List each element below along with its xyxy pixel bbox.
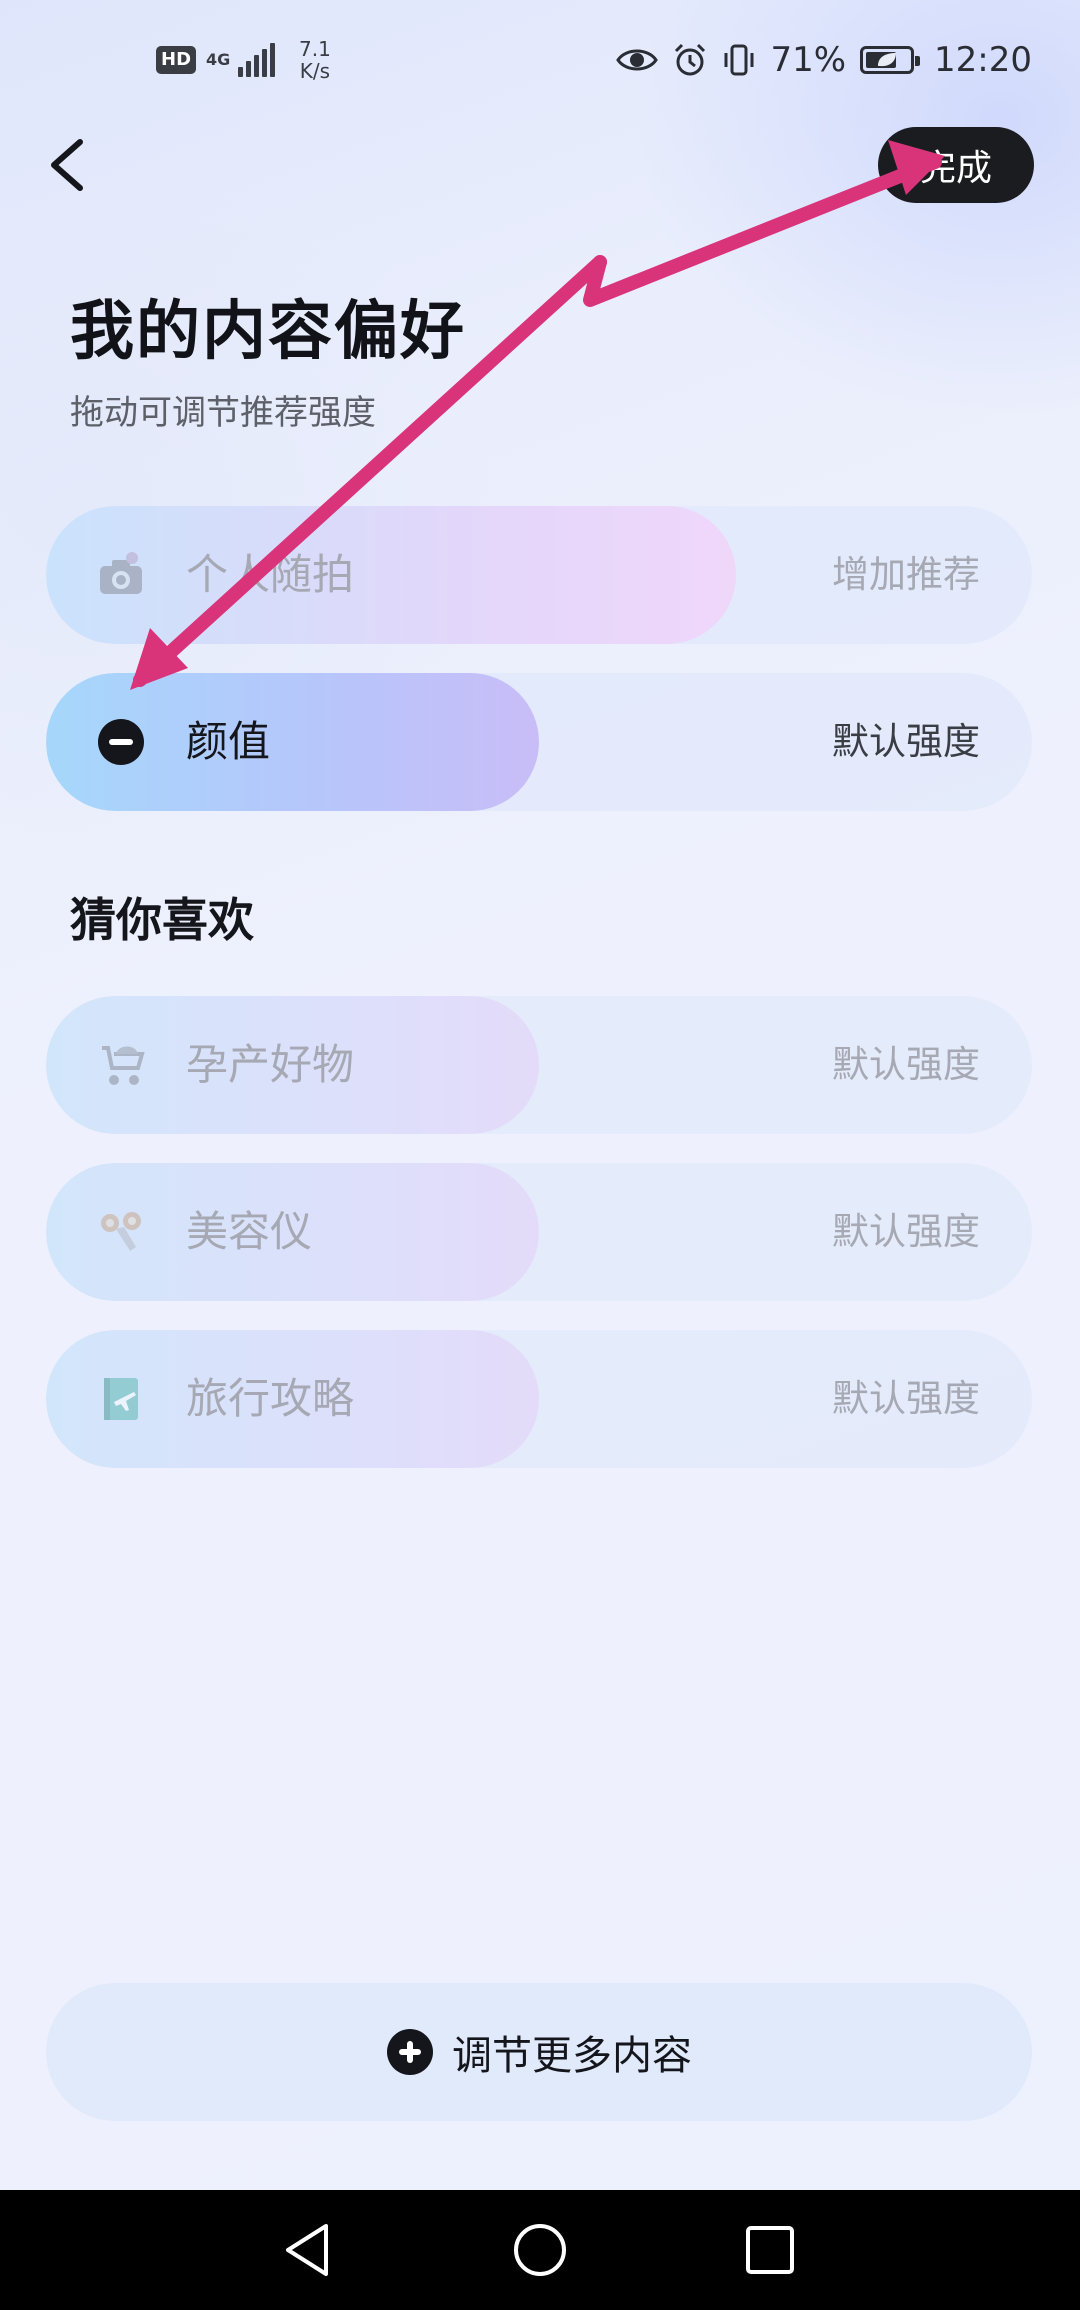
minus-circle-icon[interactable] — [96, 717, 146, 767]
battery-icon — [860, 46, 921, 74]
status-left: HD 4G 7.1 K/s — [156, 38, 331, 82]
guess-label: 孕产好物 — [186, 1040, 355, 1089]
guess-strength: 默认强度 — [832, 1210, 980, 1253]
travel-guide-icon — [104, 1378, 138, 1420]
nav-home-icon[interactable] — [508, 2218, 572, 2282]
preference-label: 颜值 — [186, 717, 271, 766]
alarm-icon — [675, 43, 706, 76]
adjust-more-label: 调节更多内容 — [452, 2033, 692, 2079]
nav-recents-icon[interactable] — [738, 2218, 802, 2282]
hd-badge: HD — [156, 46, 197, 74]
slider-fill[interactable] — [46, 506, 737, 644]
preference-row-selfie[interactable]: 个人随拍 增加推荐 — [46, 506, 1032, 644]
guess-strength: 默认强度 — [832, 1043, 980, 1086]
done-button[interactable]: 完成 — [878, 127, 1034, 203]
adjust-more-button[interactable]: 调节更多内容 — [46, 1983, 1032, 2121]
page-subtitle: 拖动可调节推荐强度 — [70, 393, 376, 433]
guess-label: 旅行攻略 — [186, 1374, 355, 1423]
signal-icon — [238, 43, 276, 77]
speed-unit: K/s — [299, 59, 331, 83]
guess-row-maternity[interactable]: 孕产好物 默认强度 — [46, 996, 1032, 1134]
beauty-device-icon — [101, 1212, 141, 1251]
leaf-icon — [878, 53, 897, 67]
chevron-left-icon — [51, 139, 83, 191]
back-button[interactable] — [40, 130, 100, 200]
system-nav-bar — [0, 2190, 1080, 2310]
preference-strength: 增加推荐 — [832, 553, 980, 596]
speed-value: 7.1 — [299, 37, 331, 61]
preference-strength: 默认强度 — [832, 720, 980, 763]
section-title-guess: 猜你喜欢 — [70, 893, 254, 947]
vibrate-icon — [724, 44, 754, 76]
clock: 12:20 — [934, 40, 1032, 80]
nav-back-icon[interactable] — [276, 2218, 340, 2282]
status-right: 71% 12:20 — [616, 40, 1032, 80]
preference-label: 个人随拍 — [186, 550, 355, 599]
battery-percent: 71% — [770, 40, 847, 80]
camera-icon — [100, 552, 142, 594]
guess-row-travel[interactable]: 旅行攻略 默认强度 — [46, 1330, 1032, 1468]
eye-icon — [616, 49, 659, 71]
guess-row-beauty-device[interactable]: 美容仪 默认强度 — [46, 1163, 1032, 1301]
status-bar: HD 4G 7.1 K/s 71% 12:20 — [0, 0, 1080, 120]
plus-circle-icon — [387, 2029, 433, 2075]
preference-row-appearance[interactable]: 颜值 默认强度 — [46, 673, 1032, 811]
page-title: 我的内容偏好 — [70, 295, 466, 369]
guess-label: 美容仪 — [186, 1207, 313, 1256]
network-type: 4G — [206, 50, 231, 69]
network-speed: 7.1 K/s — [299, 38, 331, 82]
stroller-icon — [102, 1046, 145, 1085]
guess-strength: 默认强度 — [832, 1377, 980, 1420]
